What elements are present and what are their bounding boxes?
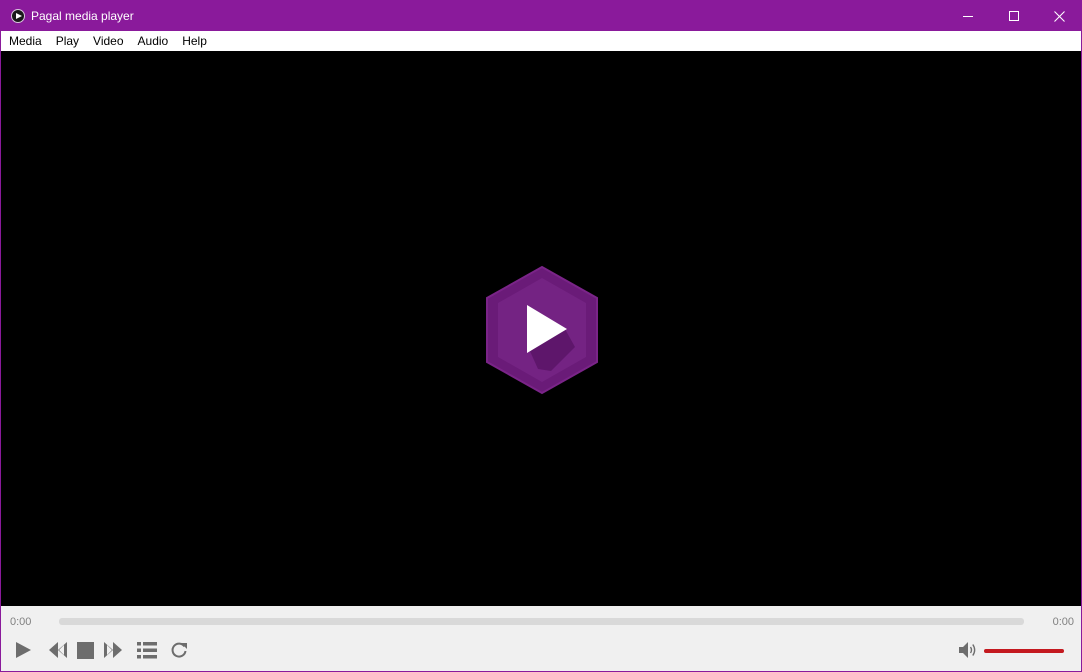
repeat-button[interactable] — [169, 640, 189, 660]
menu-audio[interactable]: Audio — [131, 31, 176, 51]
stop-button[interactable] — [75, 640, 95, 660]
title-bar[interactable]: Pagal media player — [1, 1, 1081, 31]
stop-icon — [76, 641, 94, 659]
playlist-icon — [137, 641, 157, 658]
window-title: Pagal media player — [31, 9, 134, 23]
next-button[interactable] — [102, 640, 124, 660]
volume-level — [984, 649, 1064, 653]
volume-icon — [959, 642, 976, 658]
play-icon — [16, 642, 31, 658]
repeat-icon — [171, 642, 187, 658]
video-area[interactable] — [1, 51, 1081, 606]
play-hexagon-icon[interactable] — [483, 265, 601, 395]
playlist-button[interactable] — [137, 640, 157, 660]
menu-media[interactable]: Media — [2, 31, 49, 51]
app-logo-icon[interactable] — [11, 9, 25, 23]
mute-button[interactable] — [957, 640, 979, 660]
previous-icon — [49, 642, 67, 658]
close-button[interactable] — [1036, 1, 1082, 31]
minimize-button[interactable] — [945, 1, 991, 31]
previous-button[interactable] — [47, 640, 69, 660]
control-panel: 0:00 0:00 — [1, 606, 1081, 671]
seek-bar[interactable] — [59, 618, 1024, 625]
menu-video[interactable]: Video — [86, 31, 130, 51]
total-time: 0:00 — [1052, 616, 1074, 628]
play-button[interactable] — [13, 640, 33, 660]
maximize-icon — [1009, 11, 1019, 21]
volume-slider[interactable] — [984, 649, 1064, 653]
elapsed-time: 0:00 — [10, 616, 32, 628]
menu-help[interactable]: Help — [175, 31, 214, 51]
minimize-icon — [963, 16, 973, 17]
maximize-button[interactable] — [991, 1, 1037, 31]
menu-bar: Media Play Video Audio Help — [1, 31, 1081, 51]
next-icon — [104, 642, 122, 658]
app-window: Pagal media player Media Play Video Audi… — [0, 0, 1082, 672]
menu-play[interactable]: Play — [49, 31, 86, 51]
close-icon — [1053, 10, 1065, 22]
